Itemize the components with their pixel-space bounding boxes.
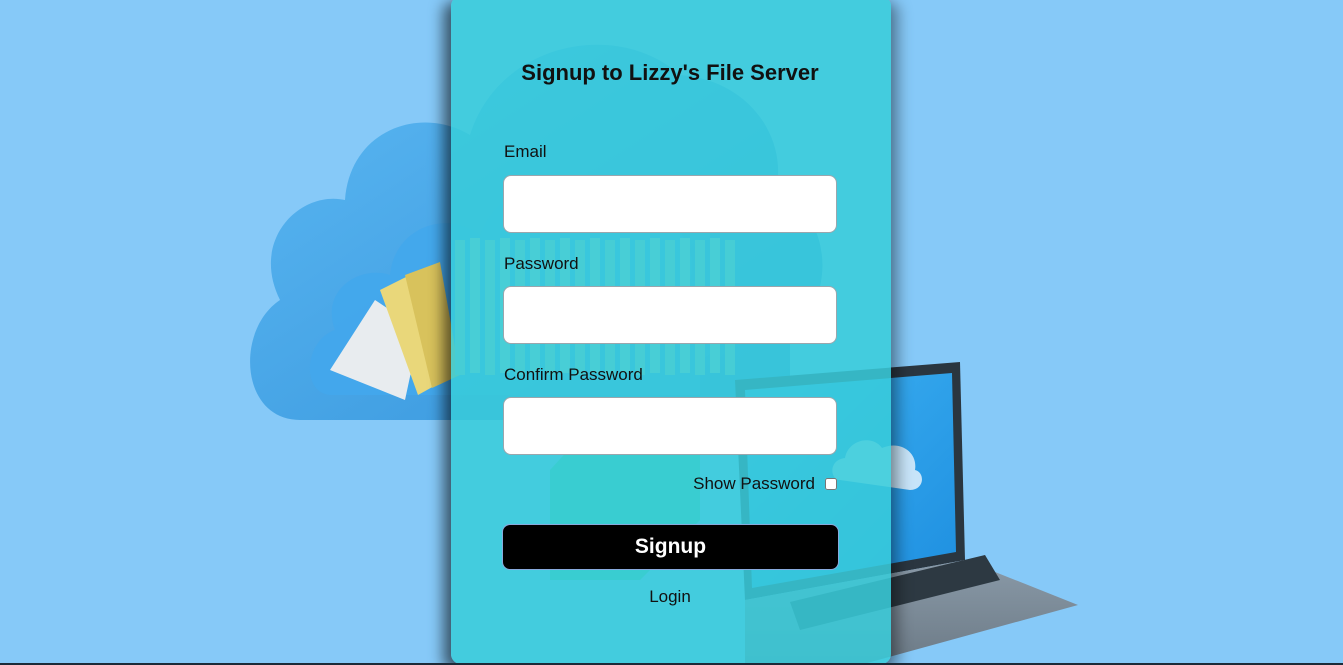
show-password-label: Show Password (693, 474, 815, 493)
confirm-password-label: Confirm Password (504, 365, 643, 384)
confirm-password-field[interactable] (503, 397, 837, 455)
email-field[interactable] (503, 175, 837, 233)
login-link[interactable]: Login (600, 587, 740, 607)
show-password-row: Show Password (640, 474, 838, 494)
password-label: Password (504, 254, 579, 273)
email-label: Email (504, 142, 547, 161)
page-background: Signup to Lizzy's File Server Email Pass… (0, 0, 1343, 665)
show-password-checkbox[interactable] (825, 478, 837, 490)
signup-button[interactable]: Signup (502, 524, 839, 570)
page-title: Signup to Lizzy's File Server (521, 60, 819, 85)
password-field[interactable] (503, 286, 837, 344)
